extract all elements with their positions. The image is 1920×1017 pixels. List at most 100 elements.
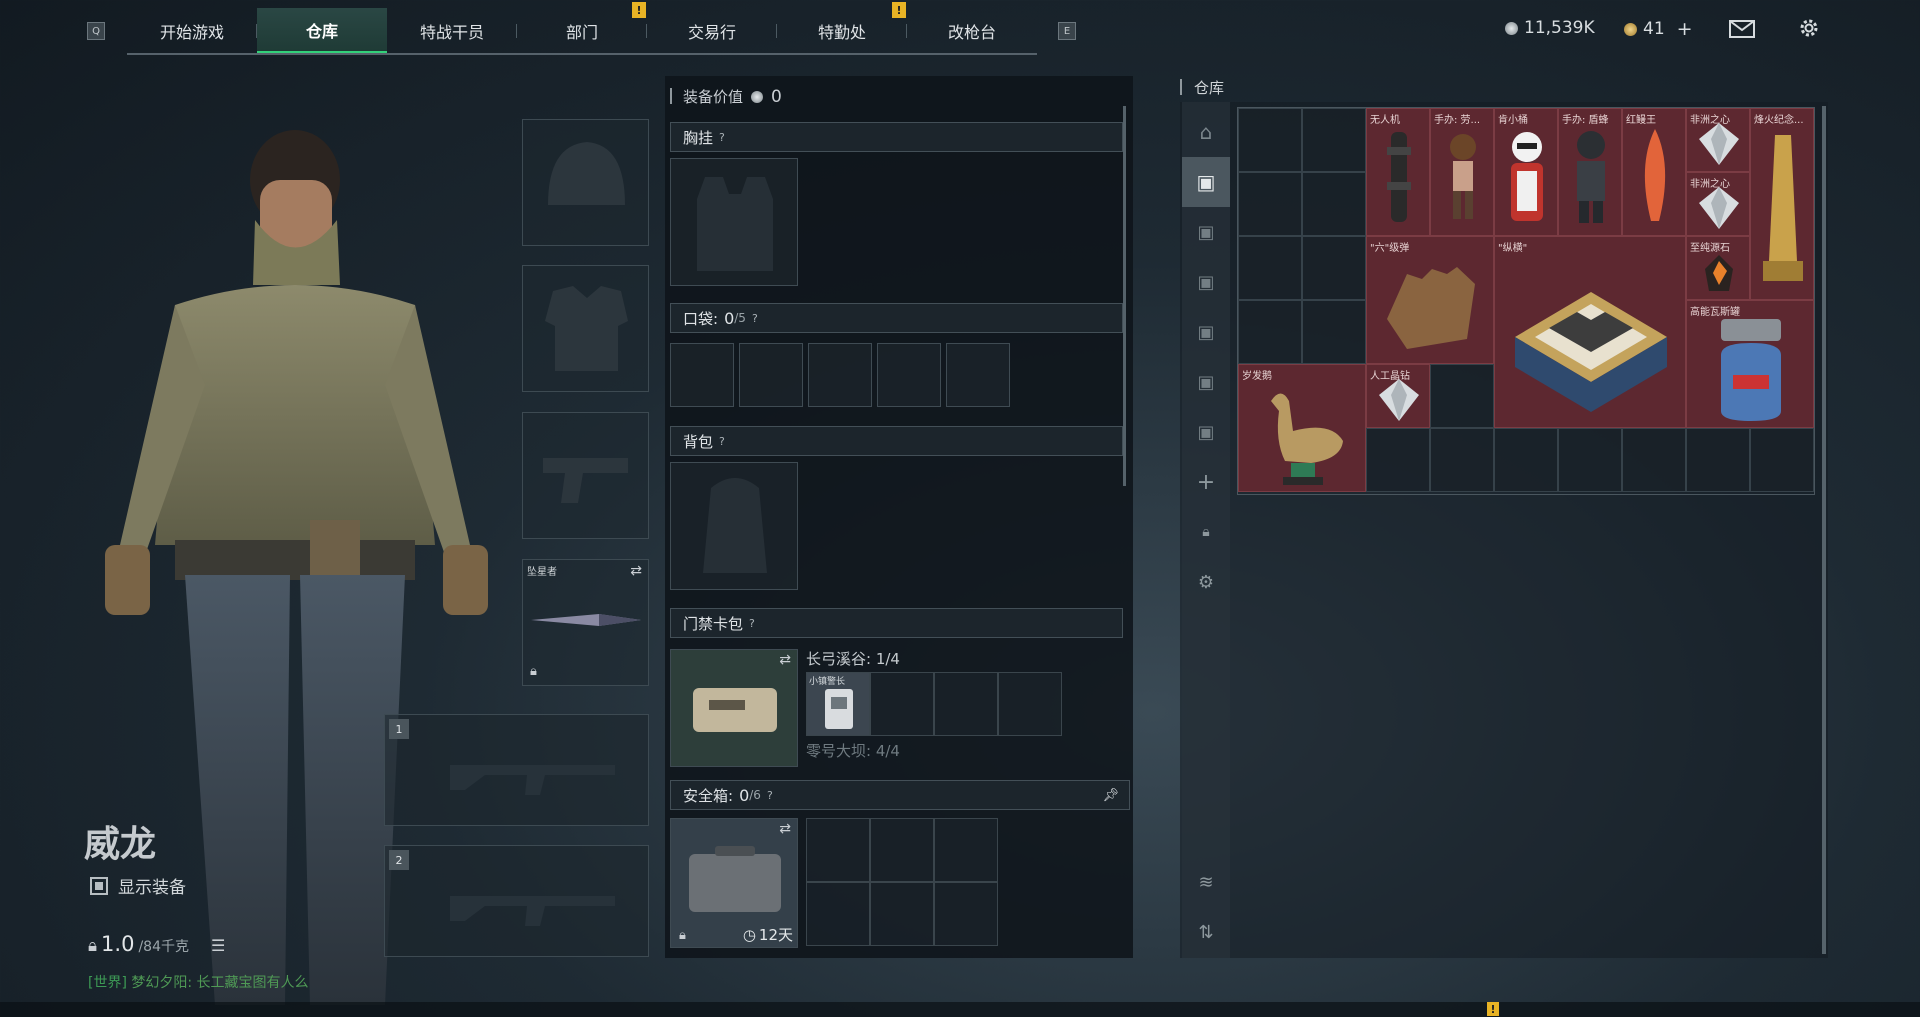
warehouse-cell[interactable] bbox=[1302, 172, 1366, 236]
pistol-slot[interactable] bbox=[522, 412, 649, 539]
safe-box-slot[interactable] bbox=[934, 882, 998, 946]
gold-coin-icon bbox=[1624, 22, 1637, 36]
tab-warehouse[interactable]: 仓库 bbox=[257, 8, 387, 54]
chest-rig-slot[interactable] bbox=[670, 158, 798, 286]
warehouse-cell[interactable] bbox=[1430, 428, 1494, 492]
warehouse-cell[interactable] bbox=[1238, 108, 1302, 172]
warehouse-cell[interactable] bbox=[1238, 172, 1302, 236]
warehouse-tab-2[interactable]: ▣ bbox=[1182, 207, 1230, 257]
safe-box-slot[interactable] bbox=[806, 882, 870, 946]
keycard-slot[interactable] bbox=[870, 672, 934, 736]
armor-slot[interactable] bbox=[522, 265, 649, 392]
warehouse-tab-3[interactable]: ▣ bbox=[1182, 257, 1230, 307]
warehouse-tab-1[interactable]: ▣ bbox=[1182, 157, 1230, 207]
warehouse-item[interactable]: "纵横" bbox=[1494, 236, 1686, 428]
keycard-map-1: 长弓溪谷: 1/4 bbox=[806, 650, 900, 668]
keycard-slot[interactable] bbox=[934, 672, 998, 736]
safe-box-slot[interactable] bbox=[870, 818, 934, 882]
warehouse-cell[interactable] bbox=[1302, 108, 1366, 172]
tab-department[interactable]: 部门 bbox=[517, 8, 647, 54]
sort-icon: ⇅ bbox=[1198, 921, 1214, 943]
pin-icon[interactable]: 📌︎ bbox=[1102, 788, 1119, 803]
warehouse-item[interactable]: 无人机 bbox=[1366, 108, 1430, 236]
helmet-silhouette-icon bbox=[548, 142, 625, 205]
tab-start-game[interactable]: 开始游戏 bbox=[127, 8, 257, 54]
help-icon[interactable]: ? bbox=[719, 131, 725, 144]
add-gold-button[interactable]: + bbox=[1677, 18, 1693, 40]
warehouse-cell[interactable] bbox=[1238, 300, 1302, 364]
layers-button[interactable]: ≋ bbox=[1182, 857, 1230, 907]
show-gear-checkbox[interactable] bbox=[90, 876, 108, 895]
safe-box-slot[interactable] bbox=[934, 818, 998, 882]
help-icon[interactable]: ? bbox=[767, 789, 773, 802]
warehouse-item[interactable]: 高能瓦斯罐 bbox=[1686, 300, 1814, 428]
helmet-slot[interactable] bbox=[522, 119, 649, 246]
melee-slot[interactable]: 坠星者 ⇄ 🔒︎ bbox=[522, 559, 649, 686]
pocket-slot[interactable] bbox=[877, 343, 941, 407]
warehouse-item[interactable]: 非洲之心 bbox=[1686, 108, 1750, 172]
pocket-slot[interactable] bbox=[670, 343, 734, 407]
pocket-slot[interactable] bbox=[808, 343, 872, 407]
prev-tab-key-hint: Q bbox=[87, 22, 105, 40]
warehouse-cell[interactable] bbox=[1750, 428, 1814, 492]
pocket-slot[interactable] bbox=[946, 343, 1010, 407]
loadout-scrollbar[interactable] bbox=[1123, 106, 1126, 486]
tab-trading[interactable]: 交易行 bbox=[647, 8, 777, 54]
warehouse-item[interactable]: 肯小桶 bbox=[1494, 108, 1558, 236]
warehouse-cell[interactable] bbox=[1302, 236, 1366, 300]
world-chat-line[interactable]: [世界] 梦幻夕阳: 长工藏宝图有人么 bbox=[88, 972, 309, 992]
settings-button[interactable] bbox=[1797, 16, 1821, 40]
add-warehouse-tab-button[interactable]: + bbox=[1182, 457, 1230, 507]
warehouse-item[interactable]: 非洲之心 bbox=[1686, 172, 1750, 236]
warehouse-item[interactable]: 红鳗王 bbox=[1622, 108, 1686, 236]
safe-box-slot[interactable] bbox=[870, 882, 934, 946]
keycard-case-item[interactable]: ⇄ bbox=[670, 649, 798, 767]
help-icon[interactable]: ? bbox=[719, 435, 725, 448]
warehouse-item[interactable]: 人工晶钻 bbox=[1366, 364, 1430, 428]
safe-box-slot[interactable] bbox=[806, 818, 870, 882]
primary-weapon-slot-1[interactable]: 1 bbox=[384, 714, 649, 826]
warehouse-scrollbar[interactable] bbox=[1822, 106, 1826, 954]
show-gear-toggle[interactable]: 显示装备 bbox=[90, 873, 186, 898]
warehouse-settings-button[interactable]: ⚙ bbox=[1182, 557, 1230, 607]
list-icon[interactable]: ☰ bbox=[211, 936, 225, 955]
warehouse-cell[interactable] bbox=[1622, 428, 1686, 492]
backpack-slot[interactable] bbox=[670, 462, 798, 590]
warehouse-cell[interactable] bbox=[1302, 300, 1366, 364]
warehouse-item[interactable]: 手办: 盾蜂 bbox=[1558, 108, 1622, 236]
swap-icon[interactable]: ⇄ bbox=[630, 563, 642, 579]
swap-icon[interactable]: ⇄ bbox=[779, 652, 791, 668]
tab-operators[interactable]: 特战干员 bbox=[387, 8, 517, 54]
ore-item-icon bbox=[1705, 255, 1733, 291]
sort-button[interactable]: ⇅ bbox=[1182, 907, 1230, 957]
warehouse-item[interactable]: 手办: 劳... bbox=[1430, 108, 1494, 236]
pockets-title: 口袋: bbox=[683, 309, 719, 328]
tab-gunsmith[interactable]: 改枪台 bbox=[907, 8, 1037, 54]
keycard-slot[interactable] bbox=[998, 672, 1062, 736]
warehouse-home-tab[interactable]: ⌂ bbox=[1182, 107, 1230, 157]
primary-weapon-slot-2[interactable]: 2 bbox=[384, 845, 649, 957]
warehouse-item[interactable]: 岁发鹅 bbox=[1238, 364, 1366, 492]
warehouse-cell[interactable] bbox=[1366, 428, 1430, 492]
warehouse-item[interactable]: 至纯源石 bbox=[1686, 236, 1750, 300]
safe-box-item[interactable]: ⇄ 🔒︎ ◷ 12天 bbox=[670, 818, 798, 948]
pocket-slot[interactable] bbox=[739, 343, 803, 407]
warehouse-cell[interactable] bbox=[1238, 236, 1302, 300]
warehouse-tab-6[interactable]: ▣ bbox=[1182, 407, 1230, 457]
mail-button[interactable] bbox=[1729, 20, 1755, 38]
warehouse-cell[interactable] bbox=[1558, 428, 1622, 492]
warehouse-item[interactable]: 烽火纪念... bbox=[1750, 108, 1814, 300]
warehouse-tab-5[interactable]: ▣ bbox=[1182, 357, 1230, 407]
help-icon[interactable]: ? bbox=[749, 617, 755, 630]
warehouse-cell[interactable] bbox=[1494, 428, 1558, 492]
keycard-slot[interactable]: 小镇警长 bbox=[806, 672, 870, 736]
department-alert-icon: ! bbox=[632, 2, 646, 18]
warehouse-cell[interactable] bbox=[1686, 428, 1750, 492]
warehouse-cell[interactable] bbox=[1430, 364, 1494, 428]
help-icon[interactable]: ? bbox=[752, 312, 758, 325]
swap-icon[interactable]: ⇄ bbox=[779, 821, 791, 837]
warehouse-item[interactable]: "六"级弹 bbox=[1366, 236, 1494, 364]
warehouse-tab-4[interactable]: ▣ bbox=[1182, 307, 1230, 357]
tab-special-ops[interactable]: 特勤处 bbox=[777, 8, 907, 54]
locked-tab[interactable]: 🔒︎ bbox=[1182, 507, 1230, 557]
